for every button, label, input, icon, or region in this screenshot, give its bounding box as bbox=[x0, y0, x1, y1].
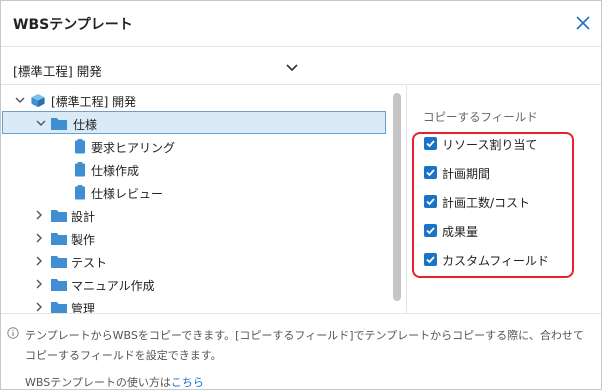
field-label: 計画期間 bbox=[442, 167, 491, 181]
info-icon bbox=[7, 327, 19, 339]
tree-node-design[interactable]: 設計 bbox=[1, 204, 393, 227]
help-line: WBSテンプレートの使い方はこちら bbox=[25, 374, 204, 390]
folder-icon bbox=[51, 302, 67, 313]
field-label: カスタムフィールド bbox=[442, 254, 550, 268]
info-text: テンプレートからWBSをコピーできます。[コピーするフィールド]でテンプレートか… bbox=[25, 329, 584, 362]
help-link[interactable]: こちら bbox=[171, 376, 204, 389]
field-label: 計画工数/コスト bbox=[442, 196, 531, 210]
tree-node-spec-creation[interactable]: 仕様作成 bbox=[1, 158, 393, 181]
tree-node-label: テスト bbox=[71, 256, 108, 270]
tree-node-root[interactable]: [標準工程] 開発 bbox=[1, 89, 393, 112]
tree-node-requirements-hearing[interactable]: 要求ヒアリング bbox=[1, 135, 393, 158]
wbs-template-dialog: WBSテンプレート [標準工程] 開発 [標準工程] 開発 仕様 要求ヒアリング… bbox=[0, 0, 602, 390]
tree-node-production[interactable]: 製作 bbox=[1, 227, 393, 250]
chevron-right-icon[interactable] bbox=[34, 256, 44, 266]
tree-node-shiyou[interactable]: 仕様 bbox=[2, 111, 386, 134]
checkbox-checked-icon[interactable] bbox=[424, 224, 437, 237]
checkbox-checked-icon[interactable] bbox=[424, 253, 437, 266]
folder-icon bbox=[51, 210, 67, 222]
chevron-down-icon bbox=[286, 64, 298, 72]
cube-icon bbox=[31, 93, 45, 108]
dialog-title: WBSテンプレート bbox=[13, 17, 133, 33]
tree-node-label: 仕様 bbox=[73, 118, 98, 132]
clipboard-icon bbox=[75, 139, 85, 154]
help-text: WBSテンプレートの使い方は bbox=[25, 376, 171, 389]
template-select[interactable]: [標準工程] 開発 bbox=[1, 53, 601, 85]
chevron-down-icon[interactable] bbox=[15, 95, 25, 105]
tree-node-label: 要求ヒアリング bbox=[91, 141, 176, 155]
tree-node-manual-creation[interactable]: マニュアル作成 bbox=[1, 273, 393, 296]
template-select-value: [標準工程] 開発 bbox=[13, 64, 102, 79]
field-label: 成果量 bbox=[442, 225, 479, 239]
copy-fields-title: コピーするフィールド bbox=[423, 110, 538, 124]
chevron-right-icon[interactable] bbox=[34, 302, 44, 312]
tree-node-label: 製作 bbox=[71, 233, 96, 247]
chevron-right-icon[interactable] bbox=[34, 210, 44, 220]
tree-node-management[interactable]: 管理 bbox=[1, 296, 393, 313]
checkbox-checked-icon[interactable] bbox=[424, 195, 437, 208]
folder-icon bbox=[51, 233, 67, 245]
tree-node-test[interactable]: テスト bbox=[1, 250, 393, 273]
dialog-footer: テンプレートからWBSをコピーできます。[コピーするフィールド]でテンプレートか… bbox=[1, 313, 601, 389]
tree-node-label: 仕様レビュー bbox=[91, 187, 164, 201]
tree-node-label: 仕様作成 bbox=[91, 164, 140, 178]
tree-node-label: マニュアル作成 bbox=[71, 279, 155, 293]
clipboard-icon bbox=[75, 185, 85, 200]
tree-node-label: [標準工程] 開発 bbox=[51, 95, 137, 109]
tree-node-label: 管理 bbox=[71, 302, 96, 313]
chevron-down-icon[interactable] bbox=[36, 118, 46, 128]
chevron-right-icon[interactable] bbox=[34, 233, 44, 243]
checkbox-checked-icon[interactable] bbox=[424, 166, 437, 179]
chevron-right-icon[interactable] bbox=[34, 279, 44, 289]
clipboard-icon bbox=[75, 162, 85, 177]
checkbox-checked-icon[interactable] bbox=[424, 137, 437, 150]
tree-node-label: 設計 bbox=[71, 210, 96, 224]
wbs-tree: [標準工程] 開発 仕様 要求ヒアリング 仕様作成 仕様レビュー 設計 製作 テ… bbox=[1, 89, 393, 313]
tree-scrollbar[interactable] bbox=[393, 93, 401, 301]
close-icon[interactable] bbox=[575, 15, 591, 31]
folder-icon bbox=[51, 279, 67, 291]
panel-divider bbox=[406, 85, 407, 313]
field-label: リソース割り当て bbox=[442, 138, 538, 152]
tree-node-spec-review[interactable]: 仕様レビュー bbox=[1, 181, 393, 204]
folder-icon bbox=[51, 256, 67, 268]
folder-icon bbox=[51, 118, 67, 130]
dialog-header: WBSテンプレート bbox=[1, 1, 601, 47]
